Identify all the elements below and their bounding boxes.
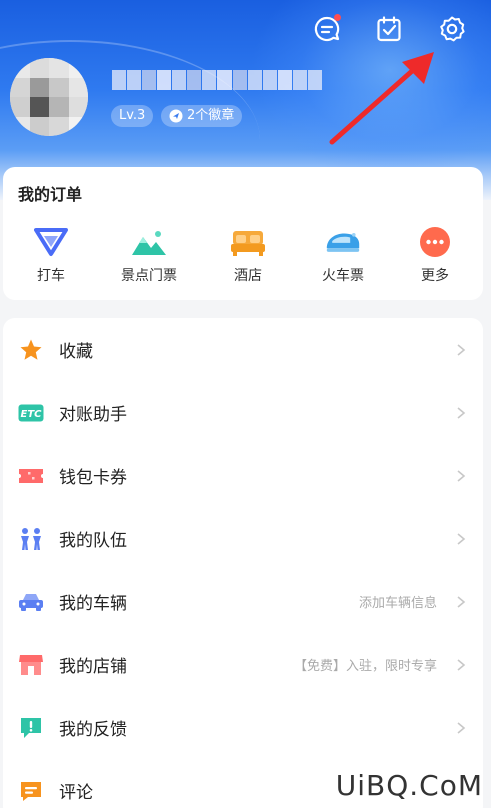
order-tickets[interactable]: 景点门票: [109, 225, 189, 285]
medal-text: 2个徽章: [187, 108, 235, 123]
chevron-right-icon: [457, 469, 466, 482]
order-train[interactable]: 火车票: [303, 225, 383, 285]
train-icon: [325, 225, 361, 259]
settings-button[interactable]: [435, 12, 469, 46]
menu-label: 我的店铺: [59, 657, 127, 677]
unread-dot: [334, 14, 341, 21]
feedback-icon: [18, 715, 44, 741]
avatar[interactable]: [10, 58, 88, 136]
menu-label: 我的车辆: [59, 594, 127, 614]
menu-item-reconcile[interactable]: ETC 对账助手: [3, 381, 483, 444]
menu-item-wallet[interactable]: 钱包卡券: [3, 444, 483, 507]
menu-item-team[interactable]: 我的队伍: [3, 507, 483, 570]
chevron-right-icon: [457, 343, 466, 356]
chevron-right-icon: [457, 532, 466, 545]
menu-label: 我的反馈: [59, 720, 127, 740]
menu-list: 收藏 ETC 对账助手 钱包卡券 我的队伍 我的车辆 添加车辆信息 我的店铺 【…: [3, 318, 483, 808]
message-button[interactable]: [310, 12, 344, 46]
menu-label: 评论: [59, 783, 93, 803]
menu-label: 对账助手: [59, 405, 127, 425]
menu-label: 我的队伍: [59, 531, 127, 551]
order-taxi-label: 打车: [37, 268, 65, 284]
order-train-label: 火车票: [322, 268, 364, 284]
menu-label: 钱包卡券: [59, 468, 127, 488]
taxi-icon: [33, 225, 69, 259]
pointer-arrow: [329, 52, 434, 145]
menu-item-feedback[interactable]: 我的反馈: [3, 696, 483, 759]
svg-text:ETC: ETC: [21, 409, 43, 420]
car-icon: [18, 589, 44, 615]
menu-item-favorites[interactable]: 收藏: [3, 318, 483, 381]
menu-item-shop[interactable]: 我的店铺 【免费】入驻，限时专享: [3, 633, 483, 696]
ticket-icon: [18, 463, 44, 489]
chevron-right-icon: [457, 406, 466, 419]
comment-icon: [18, 778, 44, 804]
order-more-label: 更多: [421, 268, 449, 284]
menu-hint: 添加车辆信息: [358, 596, 437, 611]
order-hotel[interactable]: 酒店: [208, 225, 288, 285]
mountain-icon: [131, 225, 167, 259]
order-tickets-label: 景点门票: [121, 268, 177, 284]
menu-hint: 【免费】入驻，限时专享: [293, 659, 437, 674]
menu-item-vehicles[interactable]: 我的车辆 添加车辆信息: [3, 570, 483, 633]
team-icon: [18, 526, 44, 552]
order-more[interactable]: 更多: [395, 225, 475, 285]
nickname-redacted: [112, 70, 322, 90]
level-badge[interactable]: Lv.3: [111, 105, 154, 127]
checkin-button[interactable]: [372, 12, 406, 46]
orders-card: 我的订单 打车 景点门票 酒店 火车票 更多: [3, 167, 483, 300]
medal-icon: [169, 109, 183, 123]
calendar-check-icon: [377, 16, 401, 42]
more-icon: [417, 225, 453, 259]
chevron-right-icon: [457, 721, 466, 734]
gear-icon: [440, 16, 465, 42]
bed-icon: [230, 225, 266, 259]
chevron-right-icon: [457, 658, 466, 671]
order-taxi[interactable]: 打车: [11, 225, 91, 285]
orders-title: 我的订单: [18, 185, 83, 204]
chevron-right-icon: [457, 595, 466, 608]
watermark-text: UiBQ.CoM: [335, 769, 483, 802]
level-text: Lv.3: [119, 108, 146, 123]
menu-label: 收藏: [59, 342, 93, 362]
shop-icon: [18, 652, 44, 678]
order-hotel-label: 酒店: [234, 268, 262, 284]
medal-badge[interactable]: 2个徽章: [161, 105, 243, 127]
etc-icon: ETC: [18, 400, 44, 426]
star-icon: [18, 337, 44, 363]
